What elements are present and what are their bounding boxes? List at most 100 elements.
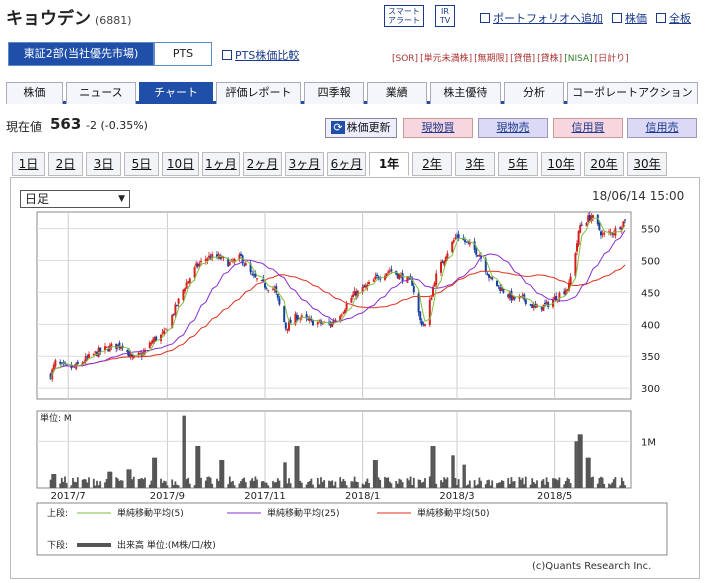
volume-bar	[521, 477, 524, 488]
volume-bar	[364, 481, 367, 488]
volume-bar	[603, 483, 606, 488]
volume-bar	[244, 482, 247, 488]
volume-bar	[75, 482, 78, 488]
volume-bar	[73, 481, 76, 488]
volume-bar	[531, 478, 534, 488]
volume-bar	[286, 483, 289, 488]
x-tick-label: 2018/3	[439, 491, 474, 502]
volume-bar	[59, 483, 62, 488]
volume-bar	[241, 478, 244, 488]
volume-tick-label: 1M	[641, 437, 656, 448]
volume-bar	[121, 480, 124, 488]
volume-bar	[574, 441, 577, 488]
volume-bar	[489, 485, 492, 488]
volume-bar	[206, 476, 209, 488]
volume-bar	[496, 483, 498, 488]
volume-bar	[52, 474, 55, 488]
volume-bar	[372, 460, 375, 488]
volume-bar	[297, 446, 300, 488]
volume-bar	[200, 477, 202, 488]
candle-down	[580, 224, 583, 226]
volume-bar	[377, 477, 380, 488]
volume-bar	[387, 477, 390, 488]
volume-bar	[140, 478, 143, 488]
volume-bar	[491, 480, 494, 488]
volume-bar	[500, 480, 503, 488]
volume-bar	[443, 477, 446, 488]
volume-bar	[273, 482, 276, 488]
volume-bar	[238, 483, 241, 488]
volume-bar	[155, 457, 158, 488]
candle-down	[420, 320, 423, 326]
candle-up	[54, 360, 57, 366]
volume-bar	[441, 482, 444, 488]
volume-bar	[62, 481, 65, 488]
volume-bar	[243, 477, 246, 488]
candle-up	[244, 263, 247, 266]
volume-bar	[153, 457, 156, 488]
volume-bar	[99, 481, 102, 488]
volume-bar	[502, 480, 505, 488]
volume-bar	[252, 481, 255, 488]
volume-bar	[419, 479, 422, 488]
volume-bar	[350, 481, 353, 488]
volume-bar	[428, 476, 431, 488]
candle-up	[345, 303, 348, 310]
volume-bar	[590, 477, 593, 488]
volume-bar	[609, 484, 612, 488]
candle-up	[387, 271, 390, 273]
volume-bar	[318, 484, 321, 488]
candle-down	[598, 223, 601, 230]
volume-bar	[81, 479, 84, 488]
volume-bar	[222, 460, 225, 488]
y-tick-label: 400	[641, 320, 660, 331]
candle-down	[475, 248, 478, 255]
volume-bar	[161, 482, 164, 488]
y-tick-label: 450	[641, 288, 660, 299]
volume-bar	[308, 481, 311, 488]
volume-bar	[420, 482, 423, 488]
candle-up	[440, 262, 442, 273]
volume-bar	[576, 441, 578, 488]
volume-bar	[110, 471, 113, 488]
candle-up	[603, 232, 606, 235]
volume-bar	[352, 481, 354, 488]
volume-bar	[473, 480, 476, 488]
volume-bar	[435, 483, 438, 488]
volume-bar	[540, 480, 543, 488]
candle-up	[452, 240, 455, 243]
y-tick-label: 550	[641, 225, 660, 236]
volume-bar	[230, 481, 233, 488]
volume-bar	[321, 481, 324, 488]
candle-down	[99, 347, 102, 352]
volume-bar	[312, 484, 314, 488]
candle-up	[105, 346, 108, 348]
volume-bar	[577, 434, 580, 488]
candle-up	[372, 279, 375, 282]
volume-bar	[564, 481, 567, 488]
volume-bar	[278, 480, 281, 488]
volume-bar	[619, 485, 622, 488]
volume-bar	[598, 477, 601, 488]
candle-down	[497, 285, 500, 287]
volume-bar	[216, 478, 218, 488]
volume-bar	[107, 471, 110, 488]
candle-down	[491, 277, 494, 280]
volume-bar	[49, 479, 52, 488]
volume-bar	[444, 479, 447, 488]
volume-bar	[299, 480, 302, 488]
volume-bar	[251, 478, 254, 488]
volume-bar	[193, 485, 196, 488]
volume-bar	[600, 476, 602, 488]
volume-bar	[462, 464, 465, 488]
volume-bar	[196, 446, 199, 488]
volume-bar	[588, 457, 591, 488]
volume-unit-label: 単位: M	[40, 412, 72, 424]
volume-bar	[209, 477, 212, 488]
volume-bar	[150, 480, 153, 488]
volume-bar	[452, 455, 455, 488]
volume-bar	[361, 483, 364, 488]
volume-bar	[256, 479, 258, 488]
candle-down	[264, 283, 266, 288]
volume-bar	[342, 478, 345, 488]
